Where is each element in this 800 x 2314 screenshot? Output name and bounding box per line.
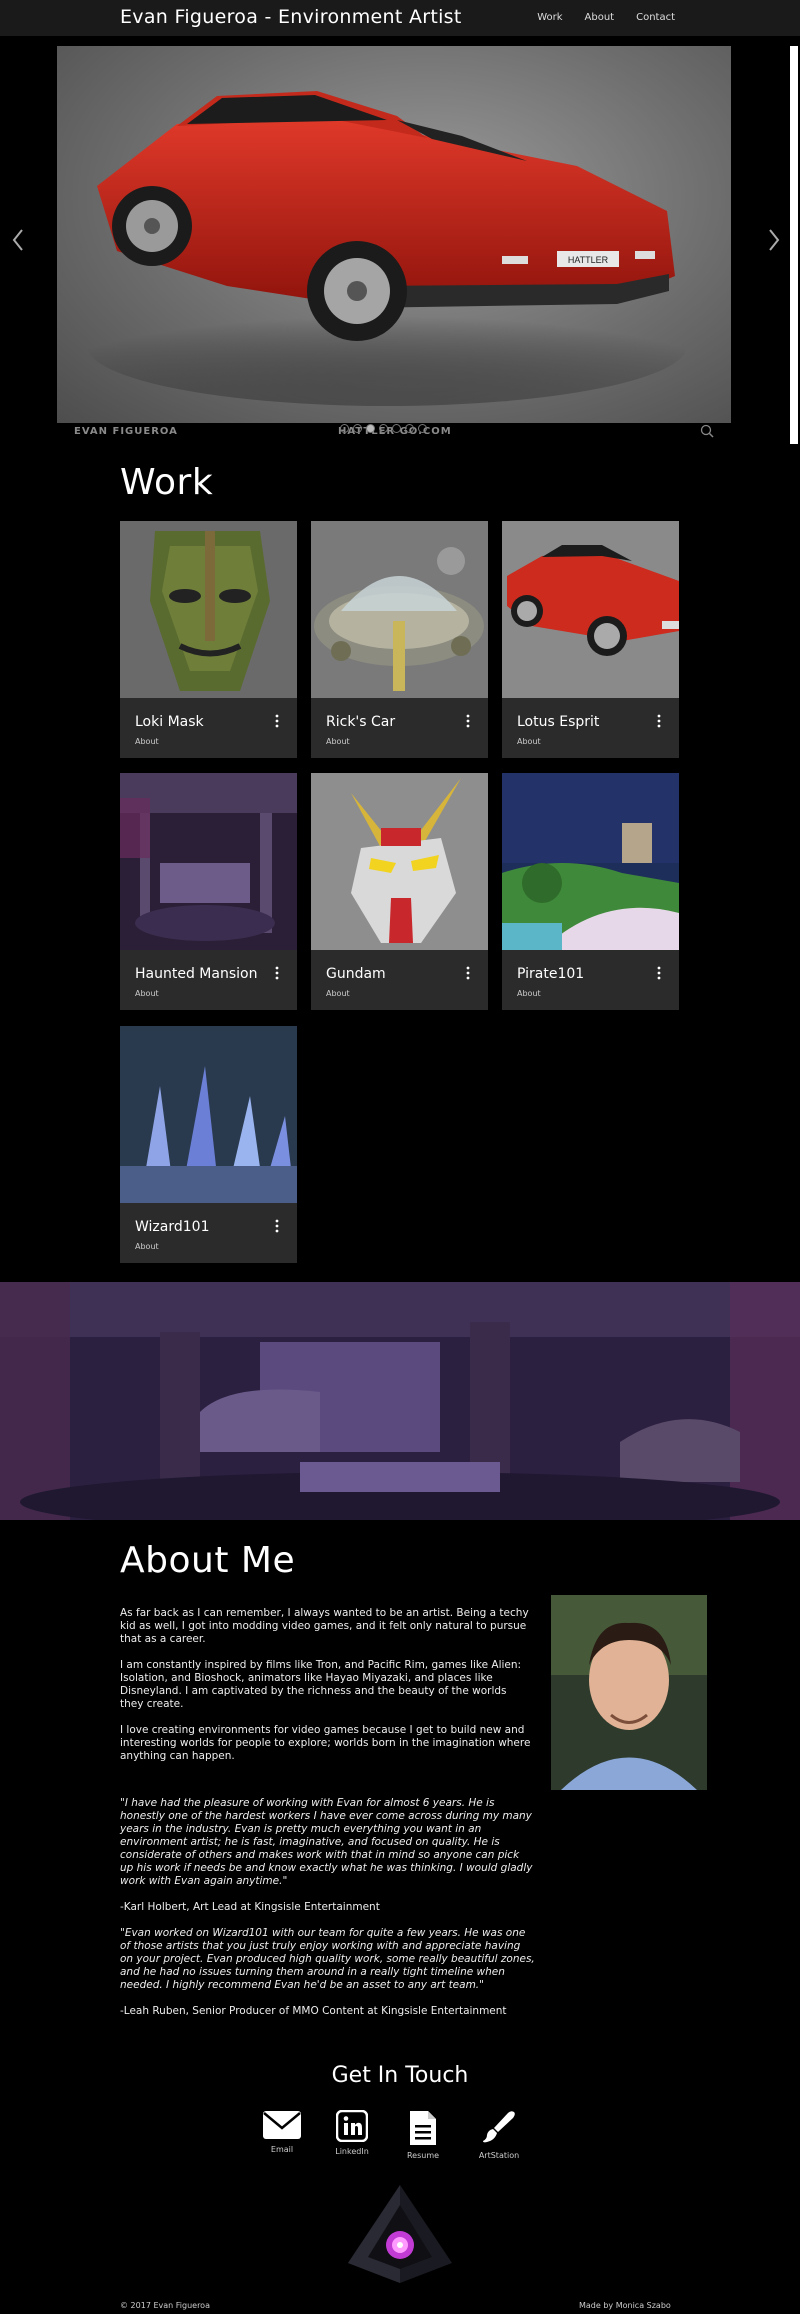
work-card-title: Pirate101 bbox=[517, 966, 585, 982]
carousel-indicators bbox=[340, 424, 427, 433]
contact-resume-link[interactable]: Resume bbox=[388, 2110, 458, 2160]
work-card-image bbox=[502, 773, 679, 950]
hero-watermark-name: EVAN FIGUEROA bbox=[74, 426, 178, 437]
haunted-mansion-banner-image bbox=[0, 1282, 800, 1520]
work-card-about-link[interactable]: About bbox=[135, 989, 159, 998]
linkedin-icon bbox=[336, 2110, 368, 2142]
chevron-left-icon bbox=[12, 229, 23, 251]
work-card-image bbox=[120, 773, 297, 950]
work-card-title: Loki Mask bbox=[135, 714, 204, 730]
carousel-dot[interactable] bbox=[379, 424, 388, 433]
envelope-icon bbox=[263, 2111, 301, 2139]
license-plate: HATTLER bbox=[568, 255, 609, 265]
carousel-next-button[interactable] bbox=[766, 226, 782, 254]
work-card-image bbox=[502, 521, 679, 698]
work-card-loki-mask[interactable]: Loki Mask About bbox=[120, 521, 297, 758]
contact-linkedin-link[interactable]: LinkedIn bbox=[317, 2110, 387, 2156]
kebab-menu-icon[interactable] bbox=[272, 966, 282, 980]
testimonial-quote: "I have had the pleasure of working with… bbox=[120, 1797, 533, 1887]
site-logo-emblem bbox=[344, 2183, 456, 2285]
paintbrush-icon bbox=[483, 2111, 515, 2143]
work-card-image bbox=[311, 521, 488, 698]
kebab-menu-icon[interactable] bbox=[654, 966, 664, 980]
work-card-title: Haunted Mansion bbox=[135, 966, 258, 982]
chevron-right-icon bbox=[769, 229, 780, 251]
about-section-title: About Me bbox=[120, 1540, 296, 1581]
contact-label: LinkedIn bbox=[335, 2147, 369, 2156]
carousel-dot[interactable] bbox=[418, 424, 427, 433]
carousel-dot[interactable] bbox=[340, 424, 349, 433]
zoom-icon[interactable] bbox=[700, 424, 714, 438]
work-card-ricks-car[interactable]: Rick's Car About bbox=[311, 521, 488, 758]
nav-link-contact[interactable]: Contact bbox=[636, 12, 675, 23]
work-card-image bbox=[120, 521, 297, 698]
work-card-about-link[interactable]: About bbox=[326, 737, 350, 746]
document-icon bbox=[410, 2111, 436, 2145]
contact-label: Resume bbox=[406, 2151, 440, 2160]
work-card-image bbox=[120, 1026, 297, 1203]
contact-email-link[interactable]: Email bbox=[247, 2110, 317, 2154]
about-paragraphs: As far back as I can remember, I always … bbox=[120, 1607, 532, 1763]
carousel-prev-button[interactable] bbox=[10, 226, 26, 254]
contact-label: ArtStation bbox=[478, 2151, 520, 2160]
kebab-menu-icon[interactable] bbox=[463, 966, 473, 980]
testimonial-quote: "Evan worked on Wizard101 with our team … bbox=[120, 1927, 535, 1991]
red-sports-car-render: HATTLER bbox=[87, 91, 687, 406]
carousel-dot-active[interactable] bbox=[366, 424, 375, 433]
work-card-about-link[interactable]: About bbox=[326, 989, 350, 998]
kebab-menu-icon[interactable] bbox=[272, 1219, 282, 1233]
about-paragraph: I love creating environments for video g… bbox=[120, 1724, 531, 1762]
carousel-dot[interactable] bbox=[405, 424, 414, 433]
work-card-about-link[interactable]: About bbox=[517, 737, 541, 746]
site-brand[interactable]: Evan Figueroa - Environment Artist bbox=[120, 6, 462, 28]
about-paragraph: I am constantly inspired by films like T… bbox=[120, 1659, 522, 1710]
work-card-wizard101[interactable]: Wizard101 About bbox=[120, 1026, 297, 1263]
work-card-title: Rick's Car bbox=[326, 714, 396, 730]
kebab-menu-icon[interactable] bbox=[654, 714, 664, 728]
top-navbar: Evan Figueroa - Environment Artist Work … bbox=[0, 0, 800, 36]
work-card-pirate101[interactable]: Pirate101 About bbox=[502, 773, 679, 1010]
carousel-dot[interactable] bbox=[392, 424, 401, 433]
work-card-about-link[interactable]: About bbox=[135, 737, 159, 746]
carousel-dot[interactable] bbox=[353, 424, 362, 433]
work-card-haunted-mansion[interactable]: Haunted Mansion About bbox=[120, 773, 297, 1010]
scroll-indicator-bar bbox=[790, 46, 798, 444]
contact-artstation-link[interactable]: ArtStation bbox=[464, 2110, 534, 2160]
hero-slide-image: HATTLER bbox=[57, 46, 731, 423]
contact-label: Email bbox=[270, 2145, 294, 2154]
work-card-about-link[interactable]: About bbox=[517, 989, 541, 998]
nav-links: Work About Contact bbox=[537, 12, 675, 23]
testimonials: "I have had the pleasure of working with… bbox=[120, 1797, 535, 2018]
testimonial-author: -Karl Holbert, Art Lead at Kingsisle Ent… bbox=[120, 1901, 380, 1913]
kebab-menu-icon[interactable] bbox=[463, 714, 473, 728]
work-card-image bbox=[311, 773, 488, 950]
about-paragraph: As far back as I can remember, I always … bbox=[120, 1607, 529, 1645]
footer-copyright: © 2017 Evan Figueroa bbox=[120, 2301, 210, 2310]
work-card-title: Lotus Esprit bbox=[517, 714, 600, 730]
work-card-title: Wizard101 bbox=[135, 1219, 210, 1235]
work-card-title: Gundam bbox=[326, 966, 386, 982]
work-card-gundam[interactable]: Gundam About bbox=[311, 773, 488, 1010]
work-card-lotus-esprit[interactable]: Lotus Esprit About bbox=[502, 521, 679, 758]
kebab-menu-icon[interactable] bbox=[272, 714, 282, 728]
work-section-title: Work bbox=[120, 462, 214, 503]
nav-link-work[interactable]: Work bbox=[537, 12, 562, 23]
contact-section-title: Get In Touch bbox=[331, 2063, 469, 2088]
nav-link-about[interactable]: About bbox=[585, 12, 615, 23]
profile-photo bbox=[551, 1595, 707, 1790]
hero-carousel: HATTLER EVAN FIGUEROA HATTLER GO.COM bbox=[0, 36, 800, 446]
footer-credit: Made by Monica Szabo bbox=[579, 2301, 671, 2310]
work-card-about-link[interactable]: About bbox=[135, 1242, 159, 1251]
testimonial-author: -Leah Ruben, Senior Producer of MMO Cont… bbox=[120, 2005, 507, 2017]
